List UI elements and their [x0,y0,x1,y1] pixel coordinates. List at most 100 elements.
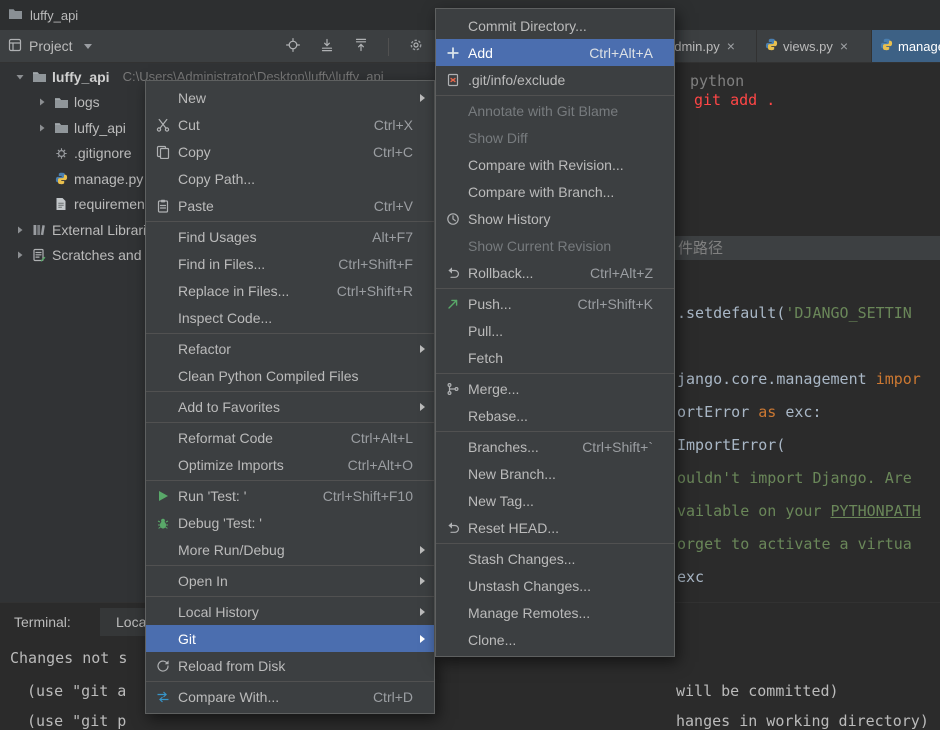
rollback-icon [442,266,464,280]
menu-item-label: Replace in Files... [178,283,313,299]
menu-item-annotate-with-git-blame[interactable]: Annotate with Git Blame [436,97,674,124]
code-line: git add . [694,91,775,109]
menu-item-reformat-code[interactable]: Reformat CodeCtrl+Alt+L [146,424,434,451]
code-line: ouldn't import Django. Are [677,469,912,487]
menu-item-git[interactable]: Git [146,625,434,652]
menu-item-replace-in-files[interactable]: Replace in Files...Ctrl+Shift+R [146,277,434,304]
code-line: exc [677,568,704,586]
menu-item-find-in-files[interactable]: Find in Files...Ctrl+Shift+F [146,250,434,277]
menu-item-add-to-favorites[interactable]: Add to Favorites [146,393,434,420]
chevron-right-icon[interactable] [36,97,48,107]
push-icon [442,297,464,311]
chevron-right-icon[interactable] [14,250,26,260]
menu-item-show-current-revision[interactable]: Show Current Revision [436,232,674,259]
locate-button[interactable] [286,38,300,55]
menu-item-copy-path[interactable]: Copy Path... [146,165,434,192]
menu-item-new-tag[interactable]: New Tag... [436,487,674,514]
code-segment: orget to activate a virtua [677,535,912,553]
code-segment: jango.core.management [677,370,876,388]
menu-item-clean-python-compiled-files[interactable]: Clean Python Compiled Files [146,362,434,389]
menu-item-label: Copy [178,144,349,160]
menu-item-clone[interactable]: Clone... [436,626,674,653]
menu-item-reload-from-disk[interactable]: Reload from Disk [146,652,434,679]
compare-icon [152,690,174,704]
python-icon [880,38,893,54]
menu-item-label: Annotate with Git Blame [468,103,653,119]
menu-item-fetch[interactable]: Fetch [436,344,674,371]
menu-item-shortcut: Ctrl+Shift+` [582,439,653,455]
menu-item-label: More Run/Debug [178,542,413,558]
menu-item-stash-changes[interactable]: Stash Changes... [436,545,674,572]
code-segment: ImportError( [677,436,785,454]
menu-item-label: Reset HEAD... [468,520,653,536]
chevron-right-icon[interactable] [14,225,26,235]
expand-all-button[interactable] [354,38,368,55]
menu-item-rebase[interactable]: Rebase... [436,402,674,429]
editor-tab-manage-py[interactable]: manage.py× [872,30,940,62]
collapse-all-button[interactable] [320,38,334,55]
chevron-down-icon [84,44,92,49]
menu-item-rollback[interactable]: Rollback...Ctrl+Alt+Z [436,259,674,286]
menu-item-compare-with-branch[interactable]: Compare with Branch... [436,178,674,205]
menu-item-cut[interactable]: CutCtrl+X [146,111,434,138]
menu-item-pull[interactable]: Pull... [436,317,674,344]
menu-item-git-info-exclude[interactable]: .git/info/exclude [436,66,674,93]
paste-icon [152,199,174,213]
menu-item-new[interactable]: New [146,84,434,111]
menu-item-label: Stash Changes... [468,551,653,567]
menu-item-label: New Tag... [468,493,653,509]
menu-item-label: New Branch... [468,466,653,482]
settings-gear-button[interactable] [409,38,423,55]
menu-item-optimize-imports[interactable]: Optimize ImportsCtrl+Alt+O [146,451,434,478]
menu-item-show-diff[interactable]: Show Diff [436,124,674,151]
code-line: ortError as exc: [677,403,822,421]
menu-item-debug-test[interactable]: Debug 'Test: ' [146,509,434,536]
submenu-arrow-icon [413,94,425,102]
menu-item-compare-with[interactable]: Compare With...Ctrl+D [146,683,434,710]
code-segment: PYTHONPATH [831,502,921,520]
menu-item-merge[interactable]: Merge... [436,375,674,402]
menu-item-new-branch[interactable]: New Branch... [436,460,674,487]
menu-item-manage-remotes[interactable]: Manage Remotes... [436,599,674,626]
close-icon[interactable]: × [840,38,848,54]
menu-item-label: Clone... [468,632,653,648]
menu-item-add[interactable]: AddCtrl+Alt+A [436,39,674,66]
menu-item-label: Refactor [178,341,413,357]
menu-item-label: Open In [178,573,413,589]
menu-item-reset-head[interactable]: Reset HEAD... [436,514,674,541]
menu-item-branches[interactable]: Branches...Ctrl+Shift+` [436,433,674,460]
window-title: luffy_api [30,8,78,23]
menu-item-show-history[interactable]: Show History [436,205,674,232]
menu-item-paste[interactable]: PasteCtrl+V [146,192,434,219]
code-segment: ortError [677,403,758,421]
menu-item-shortcut: Ctrl+Shift+F10 [323,488,413,504]
menu-item-shortcut: Ctrl+Shift+K [578,296,653,312]
menu-item-refactor[interactable]: Refactor [146,335,434,362]
menu-item-open-in[interactable]: Open In [146,567,434,594]
menu-item-copy[interactable]: CopyCtrl+C [146,138,434,165]
chevron-down-icon[interactable] [14,72,26,82]
project-view-dropdown[interactable]: Project [8,38,92,55]
terminal-line: hanges in working directory) [676,712,929,730]
menu-item-unstash-changes[interactable]: Unstash Changes... [436,572,674,599]
menu-item-inspect-code[interactable]: Inspect Code... [146,304,434,331]
menu-item-more-run-debug[interactable]: More Run/Debug [146,536,434,563]
close-icon[interactable]: × [727,38,735,54]
menu-item-run-test[interactable]: Run 'Test: 'Ctrl+Shift+F10 [146,482,434,509]
code-segment: exc [677,568,704,586]
menu-item-commit-directory[interactable]: Commit Directory... [436,12,674,39]
menu-item-label: Show History [468,211,653,227]
code-line: vailable on your PYTHONPATH [677,502,921,520]
menu-item-local-history[interactable]: Local History [146,598,434,625]
editor-tab-views-py[interactable]: views.py× [757,30,872,62]
menu-item-label: Reload from Disk [178,658,413,674]
scratches-icon [31,248,47,262]
menu-item-label: Reformat Code [178,430,327,446]
menu-item-push[interactable]: Push...Ctrl+Shift+K [436,290,674,317]
menu-item-compare-with-revision[interactable]: Compare with Revision... [436,151,674,178]
menu-item-find-usages[interactable]: Find UsagesAlt+F7 [146,223,434,250]
menu-item-label: Rebase... [468,408,653,424]
code-line: python [690,72,744,90]
chevron-right-icon[interactable] [36,123,48,133]
code-segment: python [690,72,744,90]
